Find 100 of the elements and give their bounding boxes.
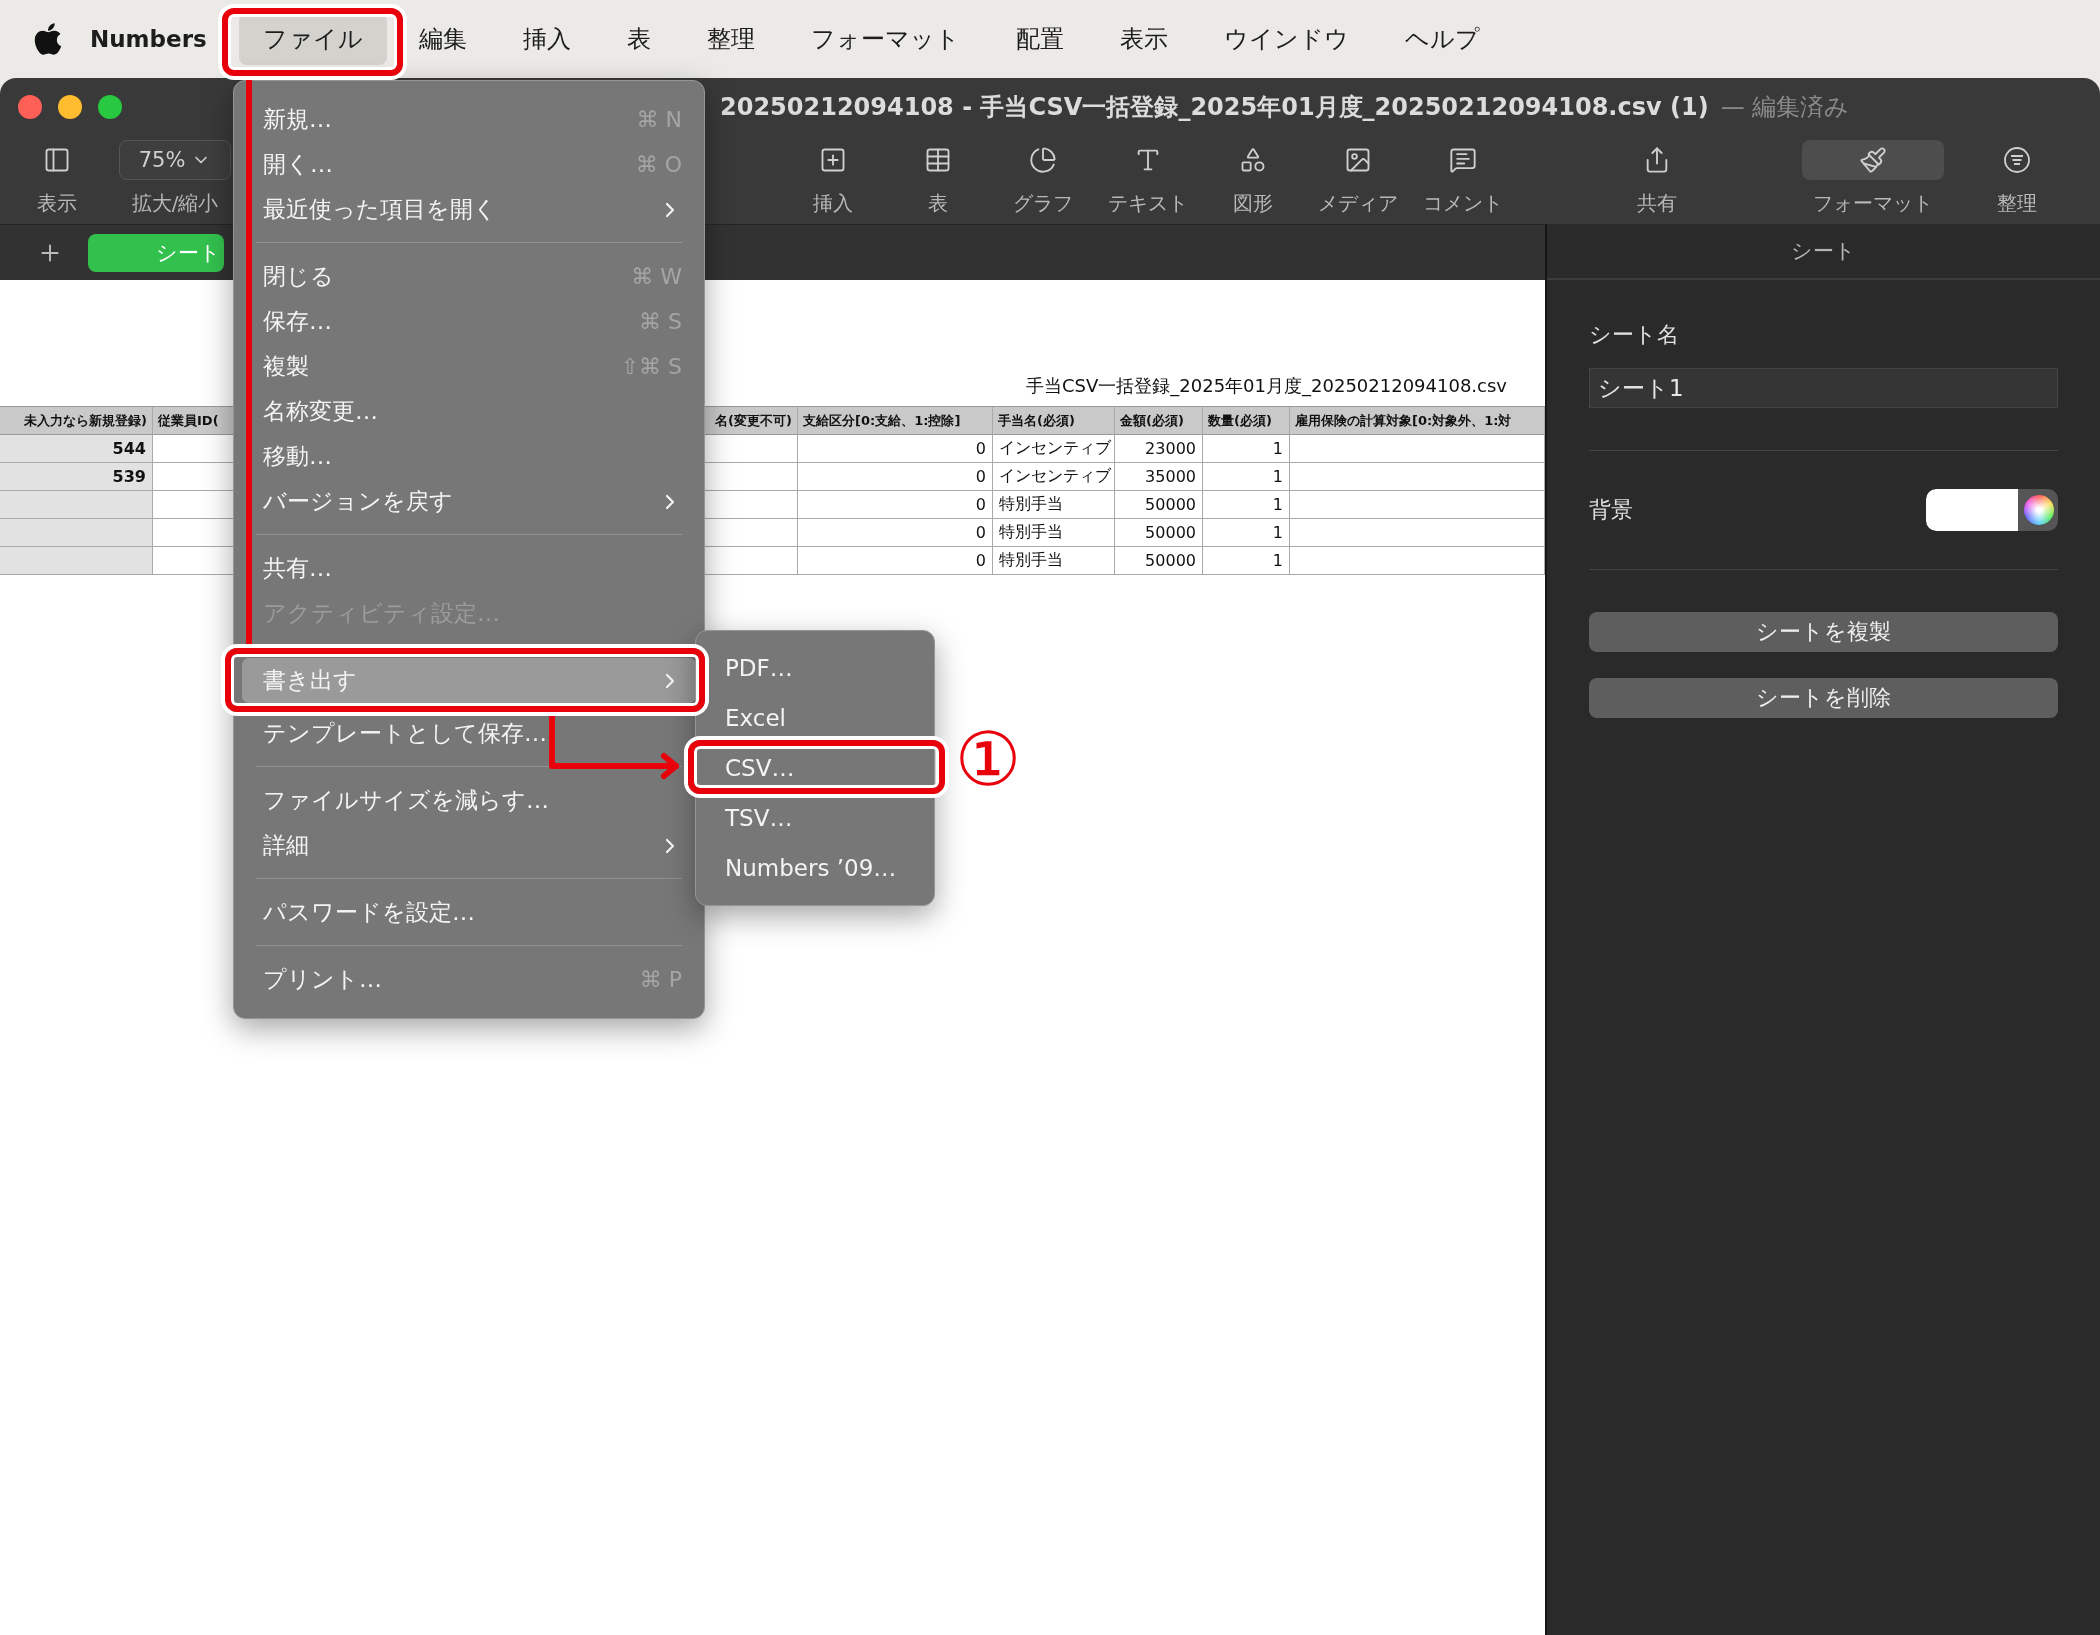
- edited-status: — 編集済み: [1720, 92, 1850, 123]
- menu-item-label: パスワードを設定…: [263, 898, 475, 927]
- menu-item[interactable]: バージョンを戻す: [242, 479, 696, 524]
- table-cell: 特別手当: [993, 547, 1115, 575]
- table-cell: 23000: [1115, 435, 1203, 463]
- menu-item-label: 複製: [263, 352, 309, 381]
- toolbar-label: 共有: [1637, 190, 1677, 217]
- paintbrush-icon: [1859, 146, 1887, 174]
- menu-title[interactable]: ウインドウ: [1199, 13, 1373, 65]
- column-header: 数量(必須): [1203, 407, 1290, 435]
- toolbar-label: 挿入: [812, 190, 853, 217]
- menu-item-label: プリント…: [263, 965, 382, 994]
- table-cell: 0: [798, 491, 993, 519]
- table-cell: 1: [1203, 519, 1290, 547]
- sheet-name-field[interactable]: シート1: [1589, 368, 2058, 408]
- menu-title[interactable]: 表示: [1095, 13, 1192, 65]
- menu-item-label: 開く…: [263, 150, 333, 179]
- menu-item-label: 最近使った項目を開く: [263, 195, 497, 224]
- menu-title[interactable]: 挿入: [498, 13, 595, 65]
- column-header: 支給区分[0:支給、1:控除]: [798, 407, 993, 435]
- zoom-popup[interactable]: 75%: [119, 140, 231, 180]
- table-cell: 1: [1203, 435, 1290, 463]
- toolbar-label: 整理: [1997, 190, 2037, 217]
- table-cell: インセンティブ: [993, 463, 1115, 491]
- menu-item[interactable]: ファイルサイズを減らす…: [242, 778, 696, 823]
- menu-item-label: PDF…: [725, 655, 793, 681]
- menu-item[interactable]: 最近使った項目を開く: [242, 187, 696, 232]
- minimize-button[interactable]: [58, 95, 82, 119]
- sheet-tab[interactable]: シート: [88, 233, 224, 272]
- table-cell: インセンティブ: [993, 435, 1115, 463]
- step-number: ①: [955, 722, 1022, 796]
- table-cell: 特別手当: [993, 491, 1115, 519]
- table-title: 手当CSV一括登録_2025年01月度_20250212094108.csv: [1026, 374, 1507, 398]
- sheet-action-button[interactable]: シートを削除: [1589, 678, 2058, 718]
- column-header: 雇用保険の計算対象[0:対象外、1:対: [1290, 407, 1545, 435]
- organize-icon: [2003, 146, 2031, 174]
- zoom-button[interactable]: [98, 95, 122, 119]
- menu-title[interactable]: 整理: [682, 13, 779, 65]
- menu-item-label: CSV…: [725, 755, 795, 781]
- toolbar-label: 図形: [1232, 190, 1273, 217]
- menu-item-label: ファイルサイズを減らす…: [263, 786, 549, 815]
- menu-item[interactable]: 書き出す: [242, 658, 696, 703]
- menu-item[interactable]: テンプレートとして保存…: [242, 711, 696, 756]
- table-cell: 35000: [1115, 463, 1203, 491]
- column-header: 金額(必須): [1115, 407, 1203, 435]
- menu-item-label: 保存…: [263, 307, 332, 336]
- menu-title[interactable]: ヘルプ: [1380, 13, 1504, 65]
- toolbar-label: グラフ: [1012, 190, 1073, 217]
- comment-icon: [1448, 146, 1477, 174]
- menu-item[interactable]: 共有…: [242, 546, 696, 591]
- menu-item[interactable]: Excel: [704, 693, 926, 743]
- menu-item[interactable]: 詳細: [242, 823, 696, 868]
- table-cell: 1: [1203, 463, 1290, 491]
- table-cell: 544: [0, 435, 153, 463]
- menu-title[interactable]: 表: [602, 13, 675, 65]
- menu-item[interactable]: パスワードを設定…: [242, 890, 696, 935]
- menu-item-label: 書き出す: [263, 666, 357, 695]
- table-cell: 0: [798, 463, 993, 491]
- table-cell: 50000: [1115, 519, 1203, 547]
- toolbar-label: 表: [927, 190, 948, 217]
- close-button[interactable]: [18, 95, 42, 119]
- table-cell: 0: [798, 519, 993, 547]
- menu-item[interactable]: TSV…: [704, 793, 926, 843]
- table-cell: 50000: [1115, 491, 1203, 519]
- menu-title[interactable]: 配置: [991, 13, 1088, 65]
- column-header: 手当名(必須): [993, 407, 1115, 435]
- app-menu[interactable]: Numbers: [88, 26, 209, 52]
- table-cell: 0: [798, 547, 993, 575]
- menu-item-label: Excel: [725, 705, 786, 731]
- toolbar-label: テキスト: [1107, 190, 1188, 217]
- sheet-action-button[interactable]: シートを複製: [1589, 612, 2058, 652]
- window-title: 20250212094108 - 手当CSV一括登録_2025年01月度_20250212094108.csv (1): [720, 92, 1709, 123]
- table-cell: 539: [0, 463, 153, 491]
- pie-chart-icon: [1028, 146, 1057, 174]
- sidebar-icon: [43, 146, 71, 174]
- field-label: シート名: [1589, 321, 1680, 349]
- menu-item-label: 閉じる: [263, 262, 334, 291]
- menu-title[interactable]: 編集: [394, 13, 491, 65]
- menu-item[interactable]: 移動…: [242, 434, 696, 479]
- table-cell: 0: [798, 435, 993, 463]
- toolbar-label: フォーマット: [1813, 190, 1933, 217]
- menu-item-label: バージョンを戻す: [263, 487, 453, 516]
- toolbar-label: コメント: [1422, 190, 1503, 217]
- table-cell: 50000: [1115, 547, 1203, 575]
- field-label: 背景: [1589, 496, 1633, 524]
- menu-item-label: 詳細: [263, 831, 309, 860]
- menu-item[interactable]: Numbers ’09…: [704, 843, 926, 893]
- toolbar-label: 拡大/縮小: [131, 190, 219, 217]
- toolbar-label: メディア: [1317, 190, 1398, 217]
- color-well[interactable]: [1926, 489, 2058, 531]
- table-cell: 1: [1203, 547, 1290, 575]
- toolbar-button[interactable]: [1802, 140, 1944, 180]
- menu-item-label: Numbers ’09…: [725, 855, 897, 881]
- menu-item-label: 新規…: [263, 105, 332, 134]
- menu-item-label: テンプレートとして保存…: [263, 719, 547, 748]
- inspector-title: シート: [1791, 238, 1856, 265]
- table-cell: 特別手当: [993, 519, 1115, 547]
- menu-item[interactable]: PDF…: [704, 643, 926, 693]
- menu-title[interactable]: フォーマット: [786, 13, 984, 65]
- table-cell: 1: [1203, 491, 1290, 519]
